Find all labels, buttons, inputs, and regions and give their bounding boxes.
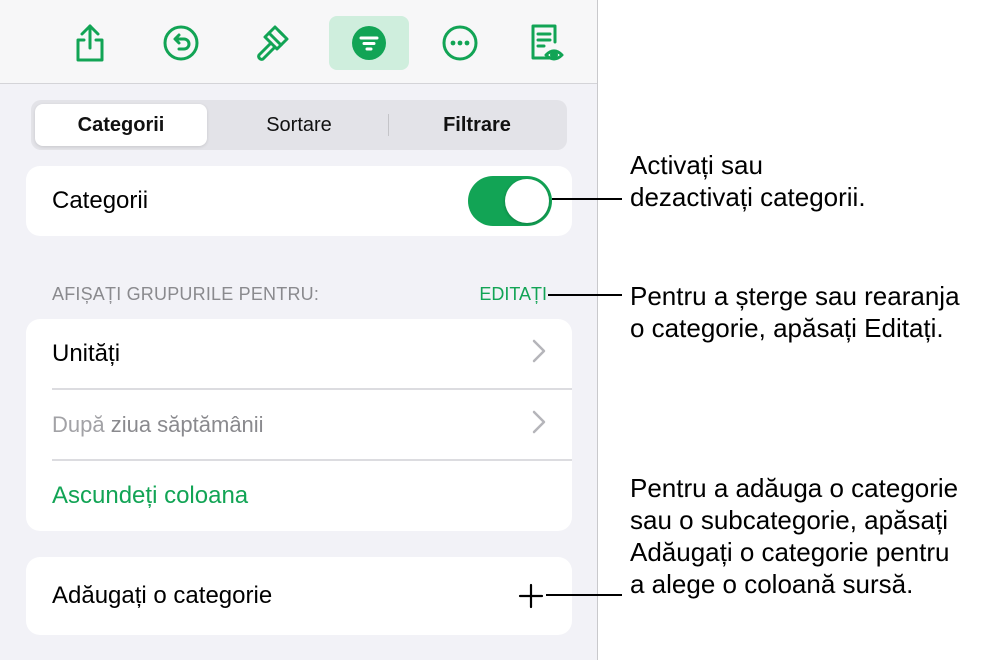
callout-edit-line: o categorie, apăsați Editați. [630,313,944,343]
callout-add-line: sau o subcategorie, apăsați [630,505,948,535]
tab-categorii[interactable]: Categorii [35,104,207,146]
callout-add-line: Pentru a adăuga o categorie [630,473,959,503]
chevron-right-icon [532,339,546,370]
edit-link[interactable]: EDITAȚI [479,284,547,305]
callout-leader-edit [548,294,622,296]
group-by-card: Unități După ziua săptămânii Ascundeți c… [26,319,572,531]
callout-toggle: Activați sau dezactivați categorii. [630,149,866,213]
callout-add-line: a alege o coloană sursă. [630,569,914,599]
callout-leader-add [546,594,622,596]
plus-icon[interactable] [518,583,544,614]
share-icon [73,23,107,63]
add-category-card: Adăugați o categorie [26,557,572,635]
toggle-knob [505,179,549,223]
categories-toggle-label: Categorii [52,187,149,214]
add-category-button[interactable]: Adăugați o categorie [26,557,572,635]
group-row-weekday-prefix: După [52,412,105,437]
format-button[interactable] [240,16,304,70]
group-row-weekday[interactable]: După ziua săptămânii [26,390,572,460]
organize-panel: Categorii Sortare Filtrare Categorii AFI… [0,0,598,660]
callout-add: Pentru a adăuga o categorie sau o subcat… [630,472,958,600]
undo-icon [162,24,200,62]
undo-button[interactable] [149,16,213,70]
callout-edit-line: Pentru a șterge sau rearanja [630,281,960,311]
categories-toggle[interactable] [468,176,552,226]
more-button[interactable] [428,16,492,70]
section-header: AFIȘAȚI GRUPURILE PENTRU: [52,284,320,304]
share-button[interactable] [58,16,122,70]
toolbar [0,0,597,84]
tab-filtrare[interactable]: Filtrare [391,104,563,146]
segment-divider [388,114,389,136]
callout-add-line: Adăugați o categorie pentru [630,537,950,567]
hide-column-button[interactable]: Ascundeți coloana [26,461,572,531]
chevron-right-icon [532,410,546,440]
reader-view-button[interactable] [514,16,578,70]
reader-icon [527,22,565,64]
organize-button[interactable] [329,16,409,70]
group-row-units[interactable]: Unități [26,319,572,389]
callout-leader-toggle [552,198,622,200]
group-row-weekday-label: ziua săptămânii [104,412,264,437]
tab-segmented-control: Categorii Sortare Filtrare [31,100,567,150]
paintbrush-icon [253,23,291,63]
callout-toggle-line: Activați sau [630,150,763,180]
callout-edit: Pentru a șterge sau rearanja o categorie… [630,280,960,344]
organize-icon [350,24,388,62]
categories-toggle-card: Categorii [26,166,572,236]
more-icon [441,24,479,62]
group-row-units-label: Unități [52,340,121,367]
add-category-label: Adăugați o categorie [52,582,273,609]
tab-sortare[interactable]: Sortare [213,104,385,146]
callout-toggle-line: dezactivați categorii. [630,182,866,212]
